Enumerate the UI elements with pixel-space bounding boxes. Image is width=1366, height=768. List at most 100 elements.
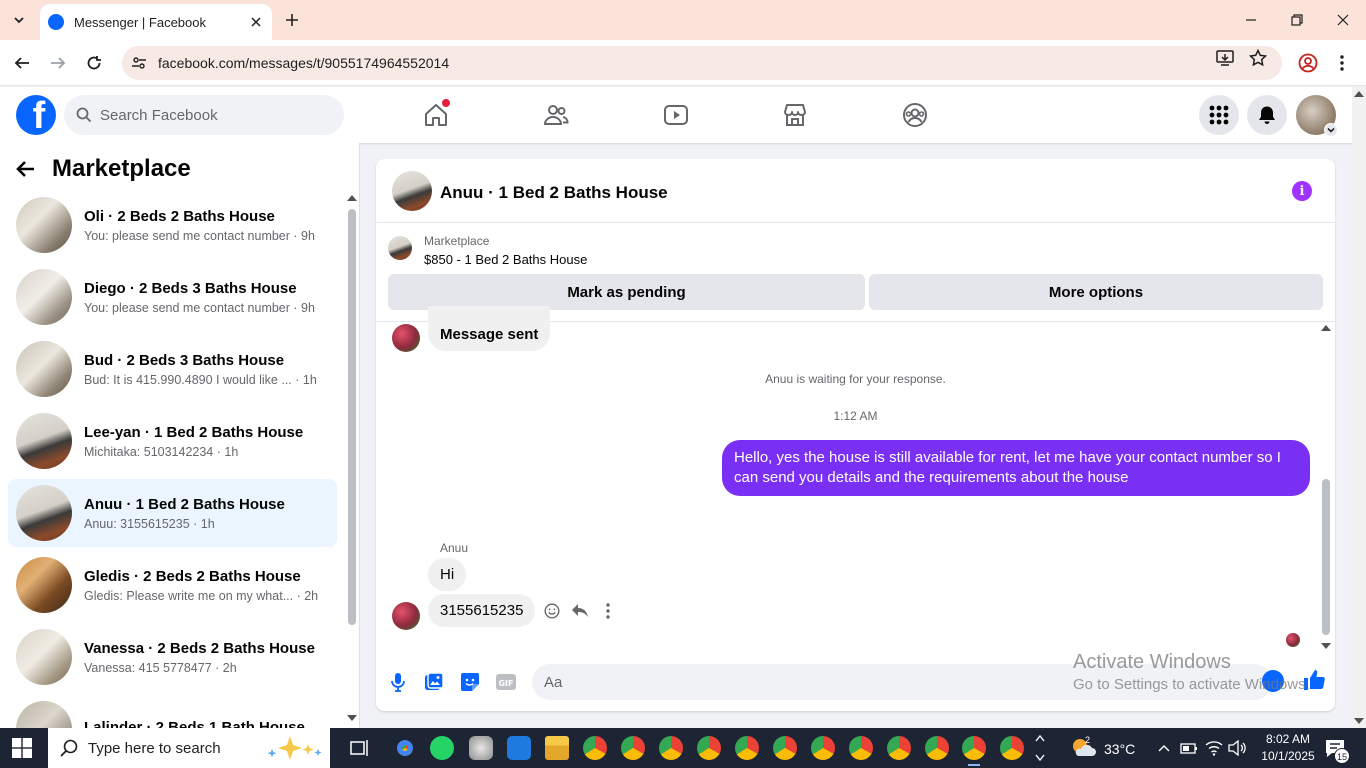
sidebar-header: Marketplace	[16, 155, 191, 183]
chrome-profile-taskbar-icon[interactable]	[1000, 736, 1024, 760]
weather-icon[interactable]	[1070, 736, 1096, 760]
paint-taskbar-icon[interactable]	[469, 736, 493, 760]
bookmark-button[interactable]	[1247, 47, 1269, 69]
clock-time: 8:02 AM	[1265, 732, 1311, 746]
window-close-button[interactable]	[1328, 8, 1358, 32]
chat-scroll-thumb[interactable]	[1322, 479, 1330, 635]
browser-menu-button[interactable]	[1330, 51, 1354, 75]
window-minimize-button[interactable]	[1236, 8, 1266, 32]
chrome-profile-taskbar-icon[interactable]	[811, 736, 835, 760]
task-view-icon[interactable]	[350, 739, 370, 757]
chrome-profile-taskbar-icon[interactable]	[887, 736, 911, 760]
chrome-profile-taskbar-icon[interactable]	[849, 736, 873, 760]
chrome-profile-taskbar-icon[interactable]	[659, 736, 683, 760]
nav-home[interactable]	[420, 99, 452, 131]
conversation-preview: Michitaka: 5103142234 · 1h	[84, 444, 239, 459]
tab-close-button[interactable]	[248, 14, 264, 30]
chevron-up-icon[interactable]	[1158, 743, 1170, 753]
conversation-name: Diego · 2 Beds 3 Baths House	[84, 279, 297, 297]
sender-avatar[interactable]	[392, 324, 420, 352]
chrome-profile-taskbar-icon[interactable]	[925, 736, 949, 760]
conversation-item[interactable]: Lee-yan · 1 Bed 2 Baths House Michitaka: …	[8, 407, 337, 475]
conversation-item[interactable]: Gledis · 2 Beds 2 Baths House Gledis: Ple…	[8, 551, 337, 619]
conversation-item[interactable]: Lalinder · 2 Beds 1 Bath House	[8, 695, 337, 728]
chrome-profile-taskbar-icon[interactable]	[621, 736, 645, 760]
facebook-logo-icon[interactable]: f	[16, 95, 56, 135]
voice-clip-button[interactable]	[386, 670, 410, 694]
facebook-search-input[interactable]	[100, 106, 320, 124]
scroll-up-icon	[1321, 325, 1331, 331]
profile-button[interactable]	[1296, 51, 1320, 75]
taskbar-scroll-icon[interactable]	[1034, 732, 1046, 764]
chrome-profile-taskbar-icon[interactable]	[735, 736, 759, 760]
site-info-icon[interactable]	[128, 52, 150, 74]
sidebar-scrollbar[interactable]	[346, 193, 358, 723]
incoming-message[interactable]: 3155615235	[428, 594, 536, 627]
nav-marketplace[interactable]	[779, 99, 811, 131]
chat-title[interactable]: Anuu · 1 Bed 2 Baths House	[440, 183, 668, 203]
listing-thumbnail	[16, 629, 72, 685]
conversation-item-active[interactable]: Anuu · 1 Bed 2 Baths House Anuu: 31556152…	[8, 479, 337, 547]
battery-icon[interactable]	[1180, 741, 1198, 755]
browser-tab-messenger[interactable]: Messenger | Facebook	[40, 4, 272, 40]
clock-date: 10/1/2025	[1261, 749, 1315, 763]
chrome-profile-taskbar-icon-active[interactable]	[962, 736, 986, 766]
install-app-button[interactable]	[1214, 47, 1236, 69]
info-icon[interactable]: i	[1292, 181, 1312, 201]
more-options-button[interactable]: More options	[869, 274, 1323, 310]
arrow-left-icon[interactable]	[16, 159, 36, 179]
nav-friends[interactable]	[540, 99, 572, 131]
window-restore-button[interactable]	[1282, 8, 1312, 32]
listing-title[interactable]: $850 - 1 Bed 2 Baths House	[424, 252, 587, 267]
new-tab-button[interactable]	[282, 10, 302, 30]
incoming-message[interactable]: Hi	[428, 558, 467, 591]
chrome-profile-taskbar-icon[interactable]	[697, 736, 721, 760]
file-explorer-taskbar-icon[interactable]	[545, 736, 569, 760]
taskbar-search[interactable]: Type here to search	[48, 728, 330, 768]
sticker-button[interactable]	[458, 670, 482, 694]
reply-button[interactable]	[570, 601, 590, 621]
forward-button[interactable]	[46, 51, 70, 75]
tab-search-button[interactable]	[6, 8, 32, 32]
nav-video[interactable]	[660, 99, 692, 131]
weather-temperature[interactable]: 33°C	[1104, 741, 1135, 757]
conversation-item[interactable]: Vanessa · 2 Beds 2 Baths House Vanessa: 4…	[8, 623, 337, 691]
conversation-item[interactable]: Bud · 2 Beds 3 Baths House Bud: It is 415…	[8, 335, 337, 403]
chrome-profile-taskbar-icon[interactable]	[583, 736, 607, 760]
mark-as-pending-button[interactable]: Mark as pending	[388, 274, 865, 310]
chat-scrollbar[interactable]	[1320, 325, 1332, 649]
attach-photo-button[interactable]	[422, 670, 446, 694]
page-scrollbar[interactable]	[1352, 87, 1366, 728]
restore-icon	[1291, 14, 1303, 26]
listing-thumbnail[interactable]	[388, 236, 412, 260]
listing-thumbnail	[16, 269, 72, 325]
whatsapp-taskbar-icon[interactable]	[430, 736, 454, 760]
wifi-icon[interactable]	[1205, 740, 1223, 756]
account-avatar[interactable]	[1296, 95, 1338, 137]
activate-windows-watermark: Activate Windows Go to Settings to activ…	[1073, 651, 1310, 693]
nav-groups[interactable]	[899, 99, 931, 131]
svg-text:GIF: GIF	[498, 679, 513, 688]
outgoing-message[interactable]: Hello, yes the house is still available …	[722, 440, 1310, 496]
react-button[interactable]	[542, 601, 562, 621]
stocks-taskbar-icon[interactable]	[507, 736, 531, 760]
conversation-item[interactable]: Oli · 2 Beds 2 Baths House You: please se…	[8, 191, 337, 259]
address-bar[interactable]: facebook.com/messages/t/9055174964552014	[122, 46, 1282, 80]
chat-avatar[interactable]	[392, 171, 432, 211]
gif-button[interactable]: GIF	[494, 670, 518, 694]
system-clock[interactable]: 8:02 AM 10/1/2025	[1256, 731, 1320, 765]
windows-start-icon[interactable]	[12, 738, 32, 758]
menu-button[interactable]	[1199, 95, 1239, 135]
facebook-search[interactable]	[64, 95, 344, 135]
sender-avatar[interactable]	[392, 602, 420, 630]
sidebar-scroll-thumb[interactable]	[348, 209, 356, 625]
search-icon	[76, 107, 92, 123]
reload-button[interactable]	[82, 51, 106, 75]
notifications-button[interactable]	[1247, 95, 1287, 135]
chrome-taskbar-icon[interactable]	[393, 736, 417, 760]
volume-icon[interactable]	[1228, 740, 1246, 756]
conversation-item[interactable]: Diego · 2 Beds 3 Baths House You: please …	[8, 263, 337, 331]
back-button[interactable]	[10, 51, 34, 75]
more-actions-button[interactable]	[598, 601, 618, 621]
chrome-profile-taskbar-icon[interactable]	[773, 736, 797, 760]
